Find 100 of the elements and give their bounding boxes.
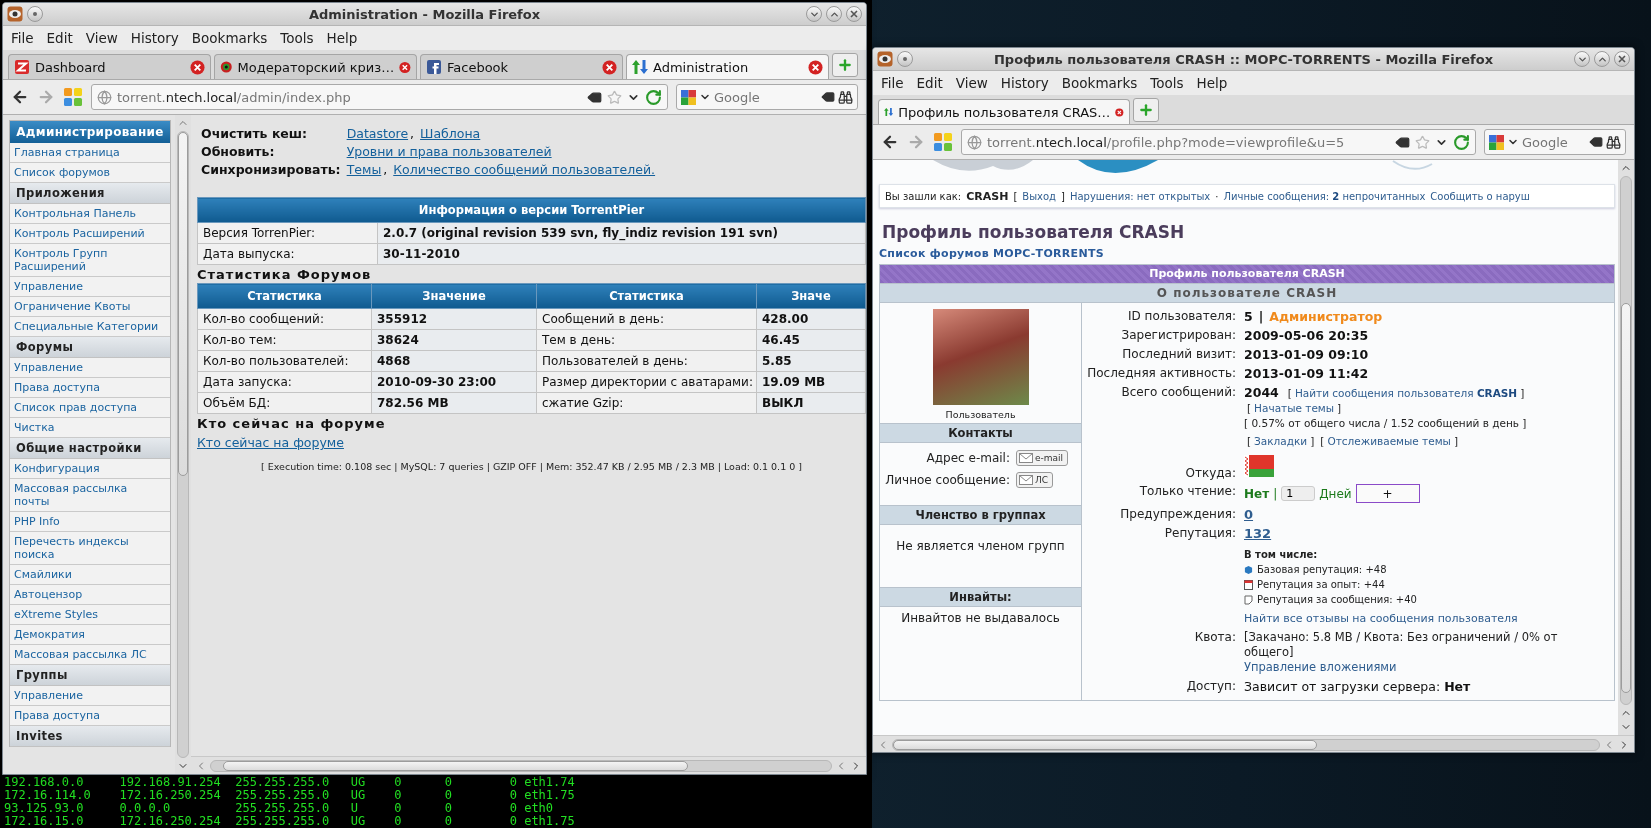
contact-button[interactable]: e-mail <box>1016 450 1069 466</box>
menu-item[interactable]: Edit <box>46 30 73 46</box>
close-button[interactable] <box>846 6 862 22</box>
menu-item[interactable]: File <box>881 75 904 91</box>
sidebar-item[interactable]: Права доступа <box>10 378 170 398</box>
window-menu-button[interactable] <box>897 51 913 67</box>
profile-link[interactable]: Начатые темы <box>1254 402 1335 414</box>
browser-tab[interactable]: Модераторский криз… <box>214 54 417 79</box>
days-input[interactable]: 1 <box>1281 486 1316 501</box>
reputation-link[interactable]: 132 <box>1244 526 1272 541</box>
bracket-text: ] <box>1310 435 1315 447</box>
sidebar-item[interactable]: Контроль Групп Расширений <box>10 244 170 277</box>
back-button[interactable] <box>11 88 29 106</box>
table-cell: 30-11-2010 <box>377 243 866 265</box>
browser-tab[interactable]: Administration <box>626 54 829 79</box>
sidebar-item[interactable]: Автоцензор <box>10 585 170 605</box>
contact-button[interactable]: ЛС <box>1016 472 1054 488</box>
apps-button[interactable] <box>933 132 953 152</box>
sidebar-item[interactable]: Контрольная Панель <box>10 204 170 224</box>
action-link[interactable]: Уровни и права пользователей <box>346 144 552 159</box>
menu-item[interactable]: Tools <box>280 30 314 46</box>
scrollbar-thumb[interactable] <box>893 739 1317 750</box>
sidebar-item[interactable]: Главная страница <box>10 143 170 163</box>
maximize-button[interactable] <box>826 6 842 22</box>
app-icon <box>7 6 23 22</box>
menu-item[interactable]: History <box>130 30 179 46</box>
profile-link[interactable]: Закладки <box>1254 435 1308 447</box>
messages-link[interactable]: Личные сообщения: 2 непрочитанных <box>1223 190 1426 202</box>
menu-item[interactable]: History <box>1000 75 1049 91</box>
close-tab-button[interactable] <box>602 59 617 75</box>
close-tab-button[interactable] <box>399 59 411 75</box>
new-tab-button[interactable] <box>832 53 858 77</box>
minimize-button[interactable] <box>806 6 822 22</box>
logout-link[interactable]: Выход <box>1022 190 1056 202</box>
menu-item[interactable]: File <box>11 30 34 46</box>
add-button[interactable]: + <box>1355 484 1420 503</box>
sidebar-item[interactable]: PHP Info <box>10 512 170 532</box>
reload-button[interactable] <box>645 88 662 106</box>
scrollbar-thumb[interactable] <box>223 760 689 771</box>
menu-item[interactable]: Help <box>326 30 358 46</box>
breadcrumb-link[interactable]: Список форумов МОРС-TORRENTS <box>879 247 1615 260</box>
menu-item[interactable]: Tools <box>1150 75 1184 91</box>
close-button[interactable] <box>1614 51 1630 67</box>
maximize-button[interactable] <box>1594 51 1610 67</box>
menu-item[interactable]: Bookmarks <box>1061 75 1138 91</box>
action-link[interactable]: Шаблона <box>420 126 481 141</box>
search-field[interactable]: Google <box>676 84 858 110</box>
online-link[interactable]: Кто сейчас на форуме <box>197 435 344 450</box>
terminal-line: 172.16.114.0 172.16.250.254 255.255.255.0 UG 0 0 0 eth1.75 <box>3 789 576 802</box>
menu-item[interactable]: View <box>85 30 118 46</box>
reviews-link[interactable]: Найти все отзывы на сообщения пользователя <box>1244 611 1518 626</box>
close-tab-button[interactable] <box>190 59 205 75</box>
sidebar-item[interactable]: Управление <box>10 277 170 297</box>
profile-link[interactable]: Отслеживаемые темы <box>1327 435 1451 447</box>
star-button[interactable] <box>607 89 622 105</box>
action-link[interactable]: Datastore <box>346 126 409 141</box>
forward-button[interactable] <box>37 88 55 106</box>
menu-item[interactable]: Bookmarks <box>191 30 268 46</box>
sidebar-item[interactable]: Ограничение Квоты <box>10 297 170 317</box>
action-link[interactable]: Темы <box>346 162 382 177</box>
star-button[interactable] <box>1415 134 1430 150</box>
search-input[interactable]: Google <box>714 89 818 105</box>
back-button[interactable] <box>881 133 899 151</box>
warnings-link[interactable]: 0 <box>1244 507 1254 522</box>
address-field[interactable]: torrent.ntech.local/admin/index.php <box>91 84 668 110</box>
search-field[interactable]: Google <box>1484 129 1626 155</box>
sidebar-item[interactable]: Демократия <box>10 625 170 645</box>
forward-button[interactable] <box>907 133 925 151</box>
sidebar-item[interactable]: Контроль Расширений <box>10 224 170 244</box>
minimize-button[interactable] <box>1574 51 1590 67</box>
apps-button[interactable] <box>63 87 83 107</box>
new-tab-button[interactable] <box>1133 98 1159 122</box>
address-field[interactable]: torrent.ntech.local/profile.php?mode=viewprofile&u=5 <box>961 129 1476 155</box>
menu-item[interactable]: Help <box>1196 75 1228 91</box>
sidebar-item[interactable]: Перечесть индексы поиска <box>10 532 170 565</box>
search-input[interactable]: Google <box>1522 134 1586 150</box>
scrollbar-thumb[interactable] <box>1621 303 1631 694</box>
action-link[interactable]: Количество сообщений пользователей. <box>393 162 656 177</box>
sidebar-item[interactable]: Конфигурация <box>10 459 170 479</box>
attachments-link[interactable]: Управление вложениями <box>1244 660 1397 674</box>
reputation-text: Репутация за опыт: +44 <box>1257 578 1385 592</box>
profile-link[interactable]: Найти сообщения пользователя CRASH <box>1294 387 1518 399</box>
menu-item[interactable]: View <box>955 75 988 91</box>
sidebar-item[interactable]: Смайлики <box>10 565 170 585</box>
violations-link[interactable]: Нарушения: нет открытых <box>1069 190 1211 202</box>
report-link[interactable]: Сообщить о наруш <box>1430 190 1530 202</box>
sidebar-item[interactable]: Управление <box>10 358 170 378</box>
browser-tab[interactable]: Профиль пользователя CRAS… <box>878 99 1130 124</box>
browser-tab[interactable]: Facebook <box>420 54 623 79</box>
scrollbar-thumb[interactable] <box>178 132 188 476</box>
browser-tab[interactable]: Dashboard <box>8 54 211 79</box>
sidebar-item[interactable]: Список прав доступа <box>10 398 170 418</box>
menu-item[interactable]: Edit <box>916 75 943 91</box>
sidebar-item[interactable]: Управление <box>10 686 170 706</box>
reload-button[interactable] <box>1453 133 1470 151</box>
sidebar-item[interactable]: eXtreme Styles <box>10 605 170 625</box>
column-header: Статистика <box>197 283 372 309</box>
close-tab-button[interactable] <box>808 59 823 75</box>
window-menu-button[interactable] <box>27 6 43 22</box>
sidebar-item[interactable]: Массовая рассылка почты <box>10 479 170 512</box>
